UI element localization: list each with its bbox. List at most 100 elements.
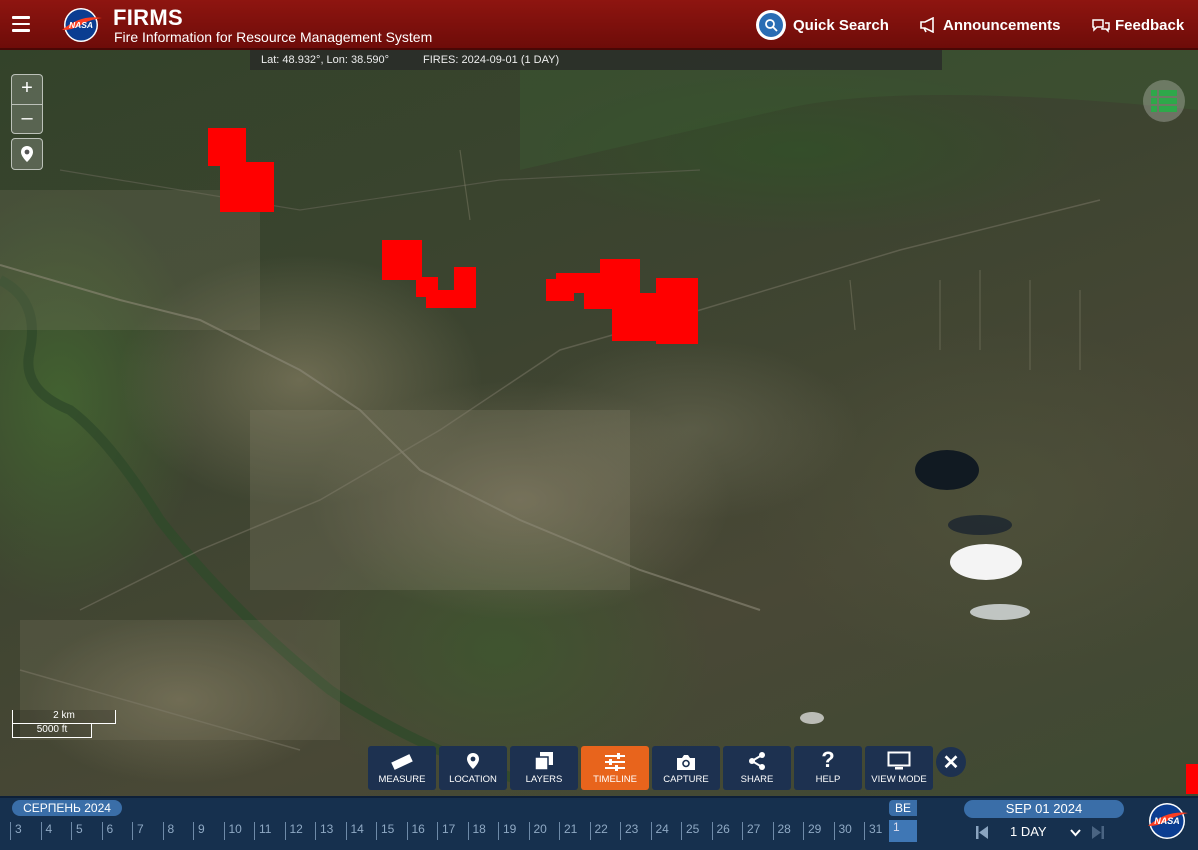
map-status-bar: Lat: 48.932°, Lon: 38.590° FIRES: 2024-0… bbox=[250, 50, 942, 70]
fire-detection[interactable] bbox=[382, 240, 422, 280]
share-button[interactable]: SHARE bbox=[723, 746, 791, 790]
map-scale: 2 km 5000 ft bbox=[12, 710, 116, 738]
timeline-day[interactable]: 21 bbox=[559, 822, 590, 840]
close-icon[interactable]: ✕ bbox=[936, 747, 966, 777]
timeline-day[interactable]: 17 bbox=[437, 822, 468, 840]
location-label: LOCATION bbox=[449, 774, 497, 785]
svg-text:NASA: NASA bbox=[69, 20, 93, 30]
map-pin-icon bbox=[467, 753, 479, 769]
fires-date-info: FIRES: 2024-09-01 (1 DAY) bbox=[423, 54, 560, 66]
range-label[interactable]: 1 DAY bbox=[1010, 824, 1047, 839]
timeline-days: 3 4 5 6 7 8 9 10 11 12 13 14 15 16 17 18 19 20 21 22 23 24 25 2… bbox=[10, 822, 895, 840]
timeline-day[interactable]: 10 bbox=[223, 822, 255, 840]
fire-detection[interactable] bbox=[656, 278, 698, 344]
timeline-day[interactable]: 15 bbox=[376, 822, 407, 840]
help-label: HELP bbox=[815, 774, 841, 785]
timeline-day[interactable]: 3 bbox=[10, 822, 41, 840]
timeline-day[interactable]: 12 bbox=[284, 822, 316, 840]
timeline-day[interactable]: 28 bbox=[772, 822, 804, 840]
capture-label: CAPTURE bbox=[663, 774, 709, 785]
scale-ft: 5000 ft bbox=[12, 724, 92, 738]
next-month-label[interactable]: ВЕ bbox=[889, 800, 917, 816]
monitor-icon bbox=[887, 751, 911, 770]
timeline-button[interactable]: TIMELINE bbox=[581, 746, 649, 790]
month-label[interactable]: СЕРПЕНЬ 2024 bbox=[12, 800, 122, 816]
announcements-label: Announcements bbox=[943, 16, 1061, 34]
nasa-logo: NASA bbox=[1148, 803, 1188, 839]
capture-button[interactable]: CAPTURE bbox=[652, 746, 720, 790]
step-forward-icon[interactable] bbox=[1092, 826, 1104, 839]
selected-date[interactable]: SEP 01 2024 bbox=[964, 800, 1124, 818]
timeline-day[interactable]: 29 bbox=[803, 822, 834, 840]
search-icon bbox=[756, 10, 786, 40]
timeline-day[interactable]: 26 bbox=[711, 822, 743, 840]
range-selector: 1 DAY bbox=[976, 822, 1106, 842]
timeline-panel: СЕРПЕНЬ 2024 3 4 5 6 7 8 9 10 11 12 13 14 15 16 17 18 19… bbox=[0, 796, 1198, 850]
fire-detection[interactable] bbox=[612, 293, 656, 341]
announcements-button[interactable]: Announcements bbox=[920, 0, 1061, 50]
timeline-label: TIMELINE bbox=[593, 774, 637, 785]
fire-detection[interactable] bbox=[584, 285, 614, 309]
zoom-control: + – bbox=[11, 74, 43, 134]
help-button[interactable]: ? HELP bbox=[794, 746, 862, 790]
zoom-in-button[interactable]: + bbox=[12, 75, 42, 105]
view-mode-label: VIEW MODE bbox=[871, 774, 927, 785]
location-button[interactable]: LOCATION bbox=[439, 746, 507, 790]
chevron-down-icon[interactable] bbox=[1070, 829, 1081, 837]
fire-detection[interactable] bbox=[220, 162, 274, 212]
timeline-day[interactable]: 27 bbox=[742, 822, 773, 840]
list-grid-icon bbox=[1151, 90, 1177, 112]
timeline-day[interactable]: 22 bbox=[589, 822, 621, 840]
layers-icon bbox=[534, 752, 553, 771]
layers-label: LAYERS bbox=[525, 774, 563, 785]
timeline-day[interactable]: 30 bbox=[833, 822, 865, 840]
tool-bar: MEASURE LOCATION LAYERS TIMELINE CAPTURE… bbox=[368, 746, 936, 790]
layers-button[interactable]: LAYERS bbox=[510, 746, 578, 790]
megaphone-icon bbox=[920, 17, 934, 33]
fire-detection[interactable] bbox=[208, 128, 246, 166]
share-icon bbox=[749, 752, 765, 770]
timeline-day[interactable]: 8 bbox=[162, 822, 194, 840]
cursor-coordinates: Lat: 48.932°, Lon: 38.590° bbox=[261, 54, 390, 66]
nasa-logo: NASA bbox=[62, 8, 102, 42]
timeline-day[interactable]: 16 bbox=[406, 822, 438, 840]
fire-detection[interactable] bbox=[1186, 764, 1198, 794]
timeline-day[interactable]: 6 bbox=[101, 822, 133, 840]
view-mode-button[interactable]: VIEW MODE bbox=[865, 746, 933, 790]
fire-detection[interactable] bbox=[426, 290, 476, 308]
quick-search-label: Quick Search bbox=[793, 16, 889, 34]
app-title: FIRMS bbox=[113, 5, 183, 30]
timeline-day[interactable]: 19 bbox=[498, 822, 529, 840]
question-icon: ? bbox=[821, 749, 834, 771]
timeline-day[interactable]: 9 bbox=[193, 822, 224, 840]
scale-km: 2 km bbox=[12, 710, 116, 724]
timeline-day[interactable]: 11 bbox=[254, 822, 285, 840]
measure-label: MEASURE bbox=[378, 774, 426, 785]
timeline-day[interactable]: 23 bbox=[620, 822, 651, 840]
layer-list-button[interactable] bbox=[1143, 80, 1185, 122]
feedback-button[interactable]: Feedback bbox=[1091, 0, 1184, 50]
timeline-day[interactable]: 24 bbox=[650, 822, 682, 840]
selected-day-cell[interactable]: 1 bbox=[889, 820, 917, 842]
menu-icon[interactable] bbox=[12, 16, 30, 32]
timeline-day[interactable]: 14 bbox=[345, 822, 377, 840]
timeline-day[interactable]: 13 bbox=[315, 822, 346, 840]
timeline-day[interactable]: 18 bbox=[467, 822, 499, 840]
map-terrain bbox=[0, 50, 1198, 785]
share-label: SHARE bbox=[740, 774, 774, 785]
timeline-day[interactable]: 25 bbox=[681, 822, 712, 840]
satellite-map[interactable] bbox=[0, 50, 1198, 796]
fire-detection[interactable] bbox=[454, 267, 476, 292]
step-back-icon[interactable] bbox=[976, 826, 988, 839]
timeline-day[interactable]: 20 bbox=[528, 822, 560, 840]
timeline-day[interactable]: 7 bbox=[132, 822, 163, 840]
measure-button[interactable]: MEASURE bbox=[368, 746, 436, 790]
timeline-day[interactable]: 5 bbox=[71, 822, 102, 840]
feedback-label: Feedback bbox=[1115, 16, 1185, 34]
timeline-day[interactable]: 4 bbox=[40, 822, 72, 840]
app-header: NASA FIRMS Fire Information for Resource… bbox=[0, 0, 1198, 50]
locate-button[interactable] bbox=[11, 138, 43, 170]
quick-search-button[interactable]: Quick Search bbox=[756, 0, 889, 50]
app-subtitle: Fire Information for Resource Management… bbox=[114, 29, 433, 45]
zoom-out-button[interactable]: – bbox=[12, 105, 42, 134]
